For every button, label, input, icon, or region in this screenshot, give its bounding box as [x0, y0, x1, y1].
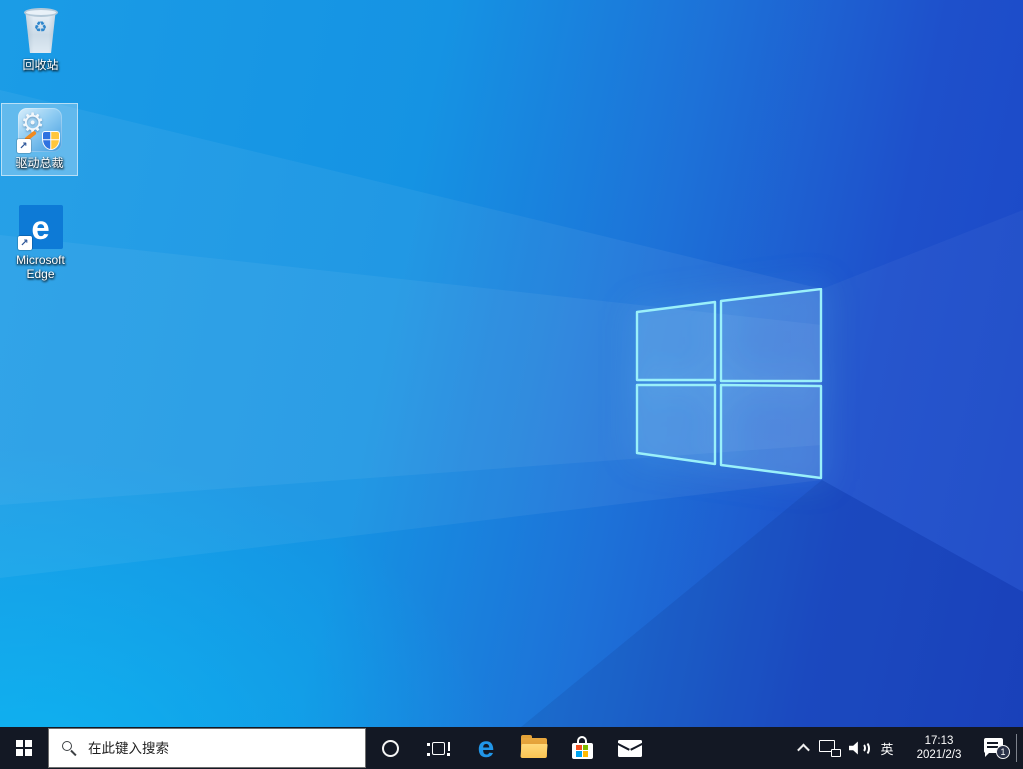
notification-bubble-icon: 1 [984, 737, 1010, 759]
envelope-icon [618, 739, 642, 757]
start-button[interactable] [0, 727, 48, 769]
windows-logo-wallpaper [635, 288, 823, 480]
mail-button[interactable] [606, 727, 654, 769]
language-indicator[interactable]: 英 [874, 727, 900, 769]
windows-desktop: ♻ 回收站 ⚙ ↗ 驱动总裁 e ↗ Microsoft Edge 在此键入搜索… [0, 0, 1023, 769]
time-label: 17:13 [924, 735, 954, 747]
shortcut-arrow-icon: ↗ [16, 139, 31, 153]
language-label: 英 [880, 741, 894, 757]
taskbar: e [0, 727, 1023, 769]
edge-icon: e ↗ [17, 205, 63, 250]
edge-e-icon: e [477, 731, 495, 764]
speaker-icon [848, 740, 870, 756]
cortana-circle-icon [381, 739, 399, 757]
taskbar-search-box[interactable] [48, 728, 366, 768]
search-input[interactable] [88, 740, 365, 756]
microsoft-store-button[interactable] [558, 727, 606, 769]
desktop-icon-recycle-bin[interactable]: ♻ 回收站 [2, 4, 79, 72]
clock[interactable]: 17:13 2021/2/3 [900, 727, 978, 769]
store-bag-icon [571, 735, 593, 759]
date-label: 2021/2/3 [916, 749, 962, 761]
folder-icon [520, 735, 548, 758]
network-button[interactable] [816, 727, 844, 769]
task-view-button[interactable] [414, 727, 462, 769]
recycle-bin-icon: ♻ [21, 8, 61, 54]
edge-taskbar-button[interactable]: e [462, 727, 510, 769]
system-tray: 英 17:13 2021/2/3 1 [790, 727, 1023, 769]
windows-logo-icon [16, 740, 32, 756]
cortana-button[interactable] [366, 727, 414, 769]
network-ethernet-icon [819, 739, 841, 757]
task-view-icon [426, 740, 450, 757]
action-center-button[interactable]: 1 [978, 727, 1016, 769]
recycle-bin-rim [23, 8, 58, 17]
volume-button[interactable] [844, 727, 874, 769]
shortcut-arrow-icon: ↗ [17, 236, 32, 250]
show-desktop-strip[interactable] [1016, 734, 1023, 762]
search-icon [62, 740, 77, 756]
desktop-icon-microsoft-edge[interactable]: e ↗ Microsoft Edge [2, 201, 79, 281]
recycle-symbol-icon: ♻ [33, 19, 48, 36]
icon-label: Microsoft Edge [16, 253, 65, 281]
desktop-icon-driver-zongcai[interactable]: ⚙ ↗ 驱动总裁 [1, 103, 78, 176]
chevron-up-icon [796, 743, 810, 756]
icon-label: 回收站 [22, 58, 59, 72]
edge-e-glyph: e [31, 208, 50, 246]
hidden-icons-button[interactable] [790, 727, 816, 769]
driver-zongcai-icon: ⚙ ↗ [16, 108, 62, 153]
uac-shield-icon [41, 131, 60, 150]
file-explorer-button[interactable] [510, 727, 558, 769]
notification-badge: 1 [996, 745, 1010, 759]
icon-label: 驱动总裁 [15, 156, 64, 170]
